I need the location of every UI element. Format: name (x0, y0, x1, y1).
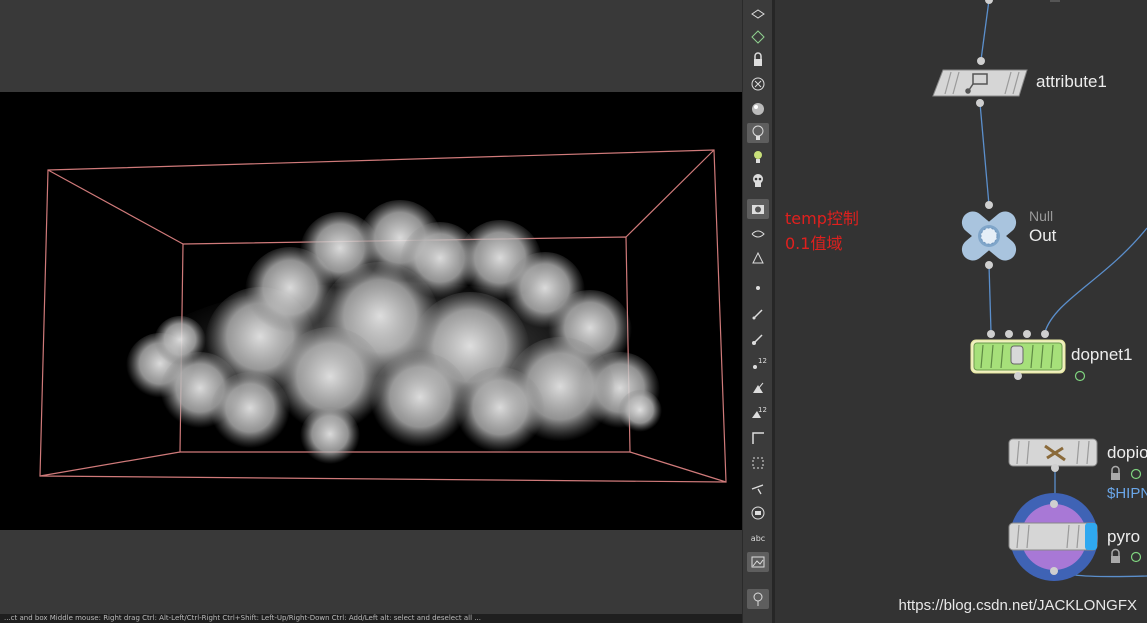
node-dopnet1[interactable] (970, 330, 1086, 382)
camera-render-button[interactable] (747, 199, 769, 219)
light-bulb-button[interactable] (747, 123, 769, 143)
uv-border-icon (749, 429, 767, 447)
viewer-status-bar: ...ct and box Middle mouse: Right drag C… (0, 614, 742, 623)
input-connector[interactable] (1041, 330, 1049, 338)
network-graph (932, 0, 1147, 581)
viewport-canvas (39, 149, 727, 483)
text-abc-button[interactable]: abc (747, 528, 769, 548)
snap-button[interactable] (747, 248, 769, 268)
normal-button[interactable] (747, 304, 769, 324)
headlight-icon (749, 148, 767, 166)
uv-border-button[interactable] (747, 428, 769, 448)
input-connector[interactable] (1023, 330, 1031, 338)
prim-number-icon: 12 (749, 404, 767, 422)
node-label-out: Out (1029, 226, 1057, 245)
output-connector[interactable] (985, 261, 993, 269)
background-image-button[interactable] (747, 552, 769, 572)
smoke-volume (126, 200, 662, 467)
snap-icon (749, 249, 767, 267)
node-null-out[interactable] (957, 201, 1020, 269)
prim-normal-button[interactable] (747, 378, 769, 398)
pin-icon (749, 590, 767, 608)
node-attribute1[interactable] (932, 0, 1028, 107)
circle-stop-icon (749, 504, 767, 522)
close-x-icon (749, 75, 767, 93)
point-button[interactable] (747, 278, 769, 298)
sphere-shading-button[interactable] (747, 99, 769, 119)
point-number-button[interactable]: 12 (747, 354, 769, 374)
3d-viewport[interactable] (0, 92, 742, 530)
lock-icon (1111, 465, 1120, 480)
hull-button[interactable] (747, 453, 769, 473)
text-abc-icon: abc (750, 533, 766, 543)
skull-button[interactable] (747, 171, 769, 191)
point-normal-button[interactable] (747, 329, 769, 349)
sticky-note[interactable]: temp控制 0.1值域 (785, 206, 859, 256)
node-expression: $HIPN (1107, 485, 1147, 502)
input-connector[interactable] (985, 0, 993, 4)
output-connector[interactable] (1014, 372, 1022, 380)
node-label-attribute1: attribute1 (1036, 72, 1107, 91)
input-connector[interactable] (985, 201, 993, 209)
visualize-icon (749, 225, 767, 243)
camera-render-icon (749, 200, 767, 218)
vector-button[interactable] (747, 478, 769, 498)
skull-icon (749, 172, 767, 190)
output-connector[interactable] (1051, 464, 1059, 472)
show-template-icon (749, 27, 767, 45)
input-connector[interactable] (987, 330, 995, 338)
display-options-button[interactable] (747, 4, 769, 24)
dop-icon (1010, 345, 1024, 365)
visualize-button[interactable] (747, 224, 769, 244)
node-type-null: Null (1029, 208, 1054, 224)
sphere-shading-icon (749, 100, 767, 118)
display-options-toolbar: 12 12 abc (742, 0, 773, 623)
circle-stop-button[interactable] (747, 503, 769, 523)
prim-number-button[interactable]: 12 (747, 403, 769, 423)
point-number-icon: 12 (749, 355, 767, 373)
light-bulb-icon (749, 124, 767, 142)
status-icon (1130, 468, 1142, 480)
prim-normal-icon (749, 379, 767, 397)
note-line-1: temp控制 (785, 209, 859, 228)
lock-icon (1111, 548, 1120, 563)
watermark-url: https://blog.csdn.net/JACKLONGFX (898, 597, 1137, 614)
hull-icon (749, 454, 767, 472)
headlight-button[interactable] (747, 147, 769, 167)
display-options-icon (749, 5, 767, 23)
input-connector[interactable] (1050, 500, 1058, 508)
show-template-button[interactable] (747, 26, 769, 46)
close-x-button[interactable] (747, 74, 769, 94)
note-line-2: 0.1值域 (785, 234, 843, 253)
node-label-dopnet1: dopnet1 (1071, 345, 1133, 364)
input-connector[interactable] (977, 57, 985, 65)
network-editor[interactable]: temp控制 0.1值域 attribute1 Null Out dopnet1… (775, 0, 1147, 623)
node-label-pyro: pyro (1107, 527, 1141, 546)
null-x-icon (961, 211, 1017, 261)
output-connector[interactable] (1050, 567, 1058, 575)
scene-viewer-pane: ...ct and box Middle mouse: Right drag C… (0, 0, 742, 623)
node-label-dopio: dopio (1107, 443, 1147, 462)
svg-text:12: 12 (758, 357, 767, 365)
background-image-icon (749, 553, 767, 571)
normal-icon (749, 305, 767, 323)
status-icon (1130, 551, 1142, 563)
point-icon (749, 279, 767, 297)
dopnet-status-icon (1074, 370, 1086, 382)
pin-button[interactable] (747, 589, 769, 609)
output-connector[interactable] (976, 99, 984, 107)
input-connector[interactable] (1005, 330, 1013, 338)
vector-icon (749, 479, 767, 497)
svg-text:12: 12 (758, 406, 767, 414)
lock-icon (749, 51, 767, 69)
point-normal-icon (749, 330, 767, 348)
lock-button[interactable] (747, 50, 769, 70)
